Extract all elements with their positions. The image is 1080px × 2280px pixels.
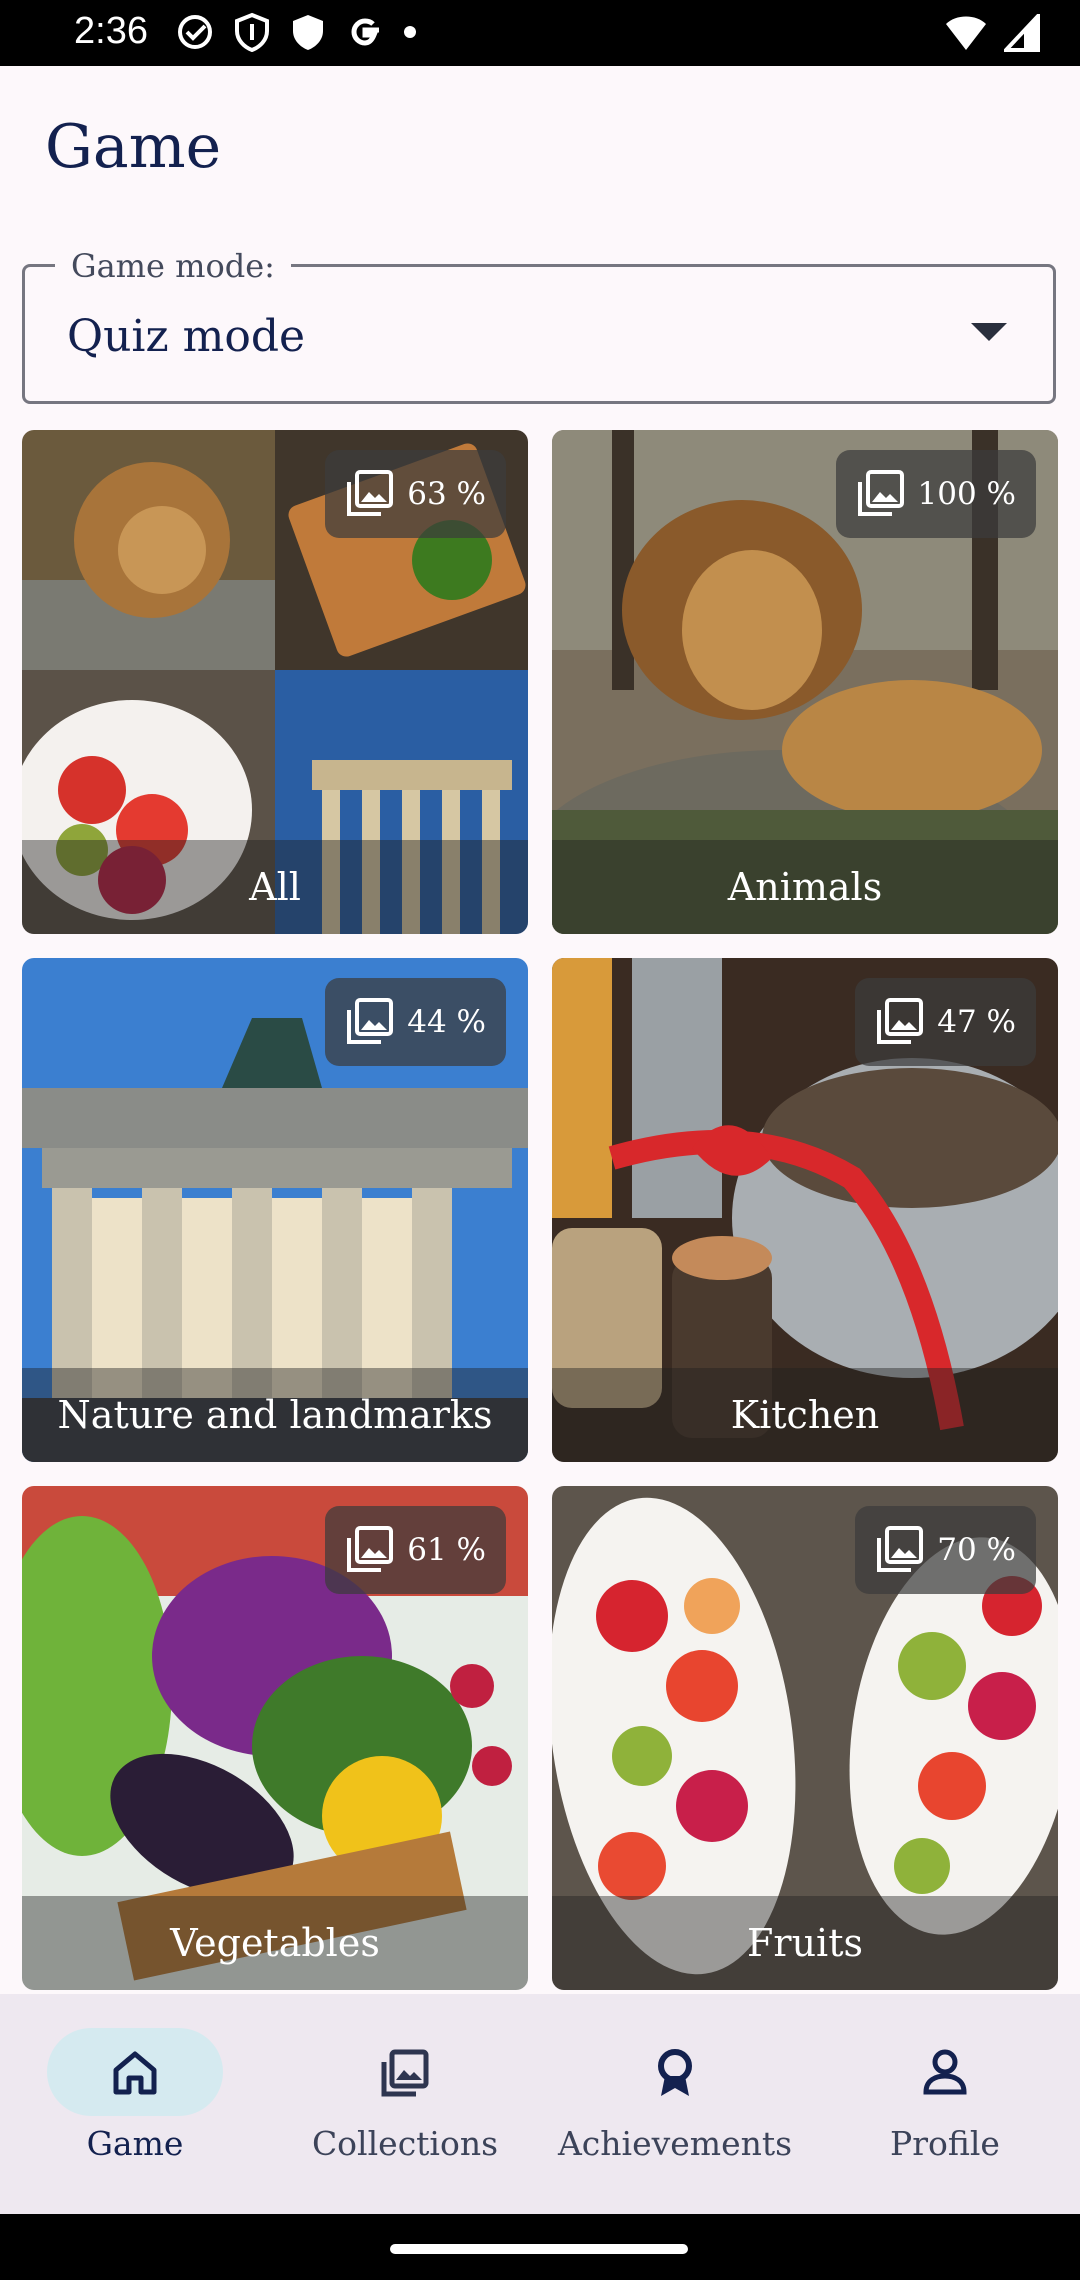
collection-card-animals[interactable]: 100 % Animals <box>552 430 1058 934</box>
gallery-icon <box>347 1526 394 1572</box>
progress-percent: 70 % <box>937 1532 1016 1568</box>
nav-item-profile[interactable]: Profile <box>810 1994 1080 2214</box>
status-bar: 2:36 <box>0 0 1080 66</box>
wifi-icon <box>946 16 986 50</box>
gallery-icon <box>857 470 904 516</box>
person-icon <box>923 2049 967 2095</box>
signal-icon <box>1004 14 1040 52</box>
game-mode-label: Game mode: <box>55 247 291 285</box>
collection-card-fruits[interactable]: 70 % Fruits <box>552 1486 1058 1990</box>
gallery-icon <box>877 998 924 1044</box>
game-mode-value: Quiz mode <box>67 311 306 362</box>
collection-card-kitchen[interactable]: 47 % Kitchen <box>552 958 1058 1462</box>
dropdown-arrow-icon[interactable] <box>971 323 1007 341</box>
collection-card-all[interactable]: 63 % All <box>22 430 528 934</box>
collection-label: All <box>22 840 528 934</box>
home-indicator[interactable] <box>390 2244 688 2254</box>
progress-badge: 47 % <box>855 978 1036 1066</box>
nav-item-collections[interactable]: Collections <box>270 1994 540 2214</box>
collection-label: Vegetables <box>22 1896 528 1990</box>
award-icon <box>658 2049 692 2096</box>
collection-card-nature-and-landmarks[interactable]: 44 % Nature and landmarks <box>22 958 528 1462</box>
collection-label: Kitchen <box>552 1368 1058 1462</box>
gallery-icon <box>347 998 394 1044</box>
collection-label: Nature and landmarks <box>22 1368 528 1462</box>
collection-label: Animals <box>552 840 1058 934</box>
progress-badge: 70 % <box>855 1506 1036 1594</box>
bottom-nav: Game Collections Achievements Profile <box>0 1994 1080 2214</box>
dot-icon <box>404 26 416 38</box>
progress-percent: 63 % <box>407 476 486 512</box>
nav-label-game: Game <box>86 2124 184 2163</box>
progress-percent: 100 % <box>917 476 1016 512</box>
gallery-icon <box>877 1526 924 1572</box>
check-circle-icon <box>178 15 212 49</box>
nav-label-collections: Collections <box>311 2124 499 2163</box>
google-icon <box>351 18 379 46</box>
progress-badge: 63 % <box>325 450 506 538</box>
nav-label-profile: Profile <box>890 2124 1000 2163</box>
game-mode-dropdown[interactable]: Game mode: Quiz mode <box>22 247 1056 404</box>
page-title: Game <box>45 112 222 182</box>
collections-icon <box>381 2049 429 2097</box>
gallery-icon <box>347 470 394 516</box>
shield-icon <box>235 12 269 52</box>
collection-label: Fruits <box>552 1896 1058 1990</box>
home-icon <box>113 2051 157 2095</box>
progress-badge: 44 % <box>325 978 506 1066</box>
status-time: 2:36 <box>74 10 148 52</box>
system-navigation-bar <box>0 2214 1080 2280</box>
collection-card-vegetables[interactable]: 61 % Vegetables <box>22 1486 528 1990</box>
nav-item-achievements[interactable]: Achievements <box>540 1994 810 2214</box>
nav-label-achievements: Achievements <box>557 2124 793 2163</box>
progress-badge: 61 % <box>325 1506 506 1594</box>
progress-percent: 47 % <box>937 1004 1016 1040</box>
progress-percent: 61 % <box>407 1532 486 1568</box>
progress-badge: 100 % <box>835 450 1036 538</box>
progress-percent: 44 % <box>407 1004 486 1040</box>
shield-filled-icon <box>293 15 323 50</box>
nav-item-game[interactable]: Game <box>0 1994 270 2214</box>
